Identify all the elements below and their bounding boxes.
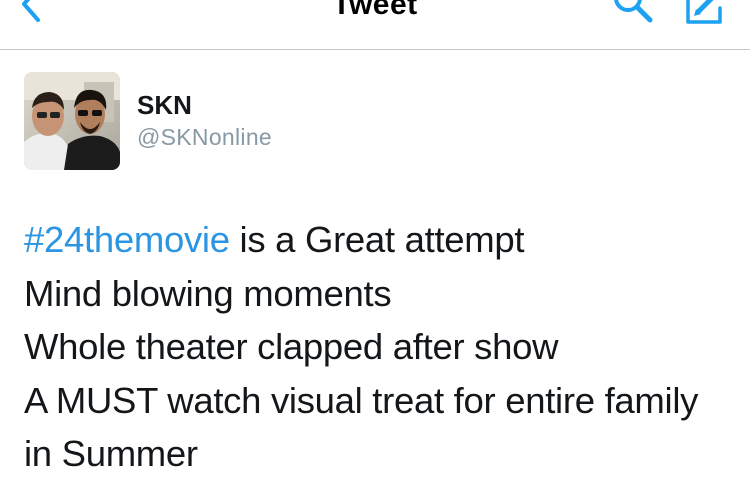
tweet-line: Mind blowing moments	[24, 272, 392, 314]
navigation-bar: Tweet	[0, 0, 750, 50]
tweet-text: #24themovie is a Great attempt Mind blow…	[24, 213, 744, 481]
tweet-line-text: is a Great attempt	[229, 219, 525, 260]
search-icon[interactable]	[606, 0, 656, 28]
author-handle[interactable]: @SKNonline	[137, 124, 272, 151]
tweet-line: #24themovie is a Great attempt	[24, 213, 744, 267]
avatar-photo	[24, 72, 120, 170]
tweet-line: Whole theater clapped after show	[24, 326, 559, 367]
compose-icon[interactable]	[680, 0, 730, 28]
author-display-name[interactable]: SKN	[137, 90, 192, 121]
tweet-line: A MUST watch visual treat for entire fam…	[24, 379, 699, 421]
tweet-line: in Summer	[24, 433, 198, 474]
hashtag-link[interactable]: #24themovie	[24, 219, 230, 260]
avatar[interactable]	[24, 72, 120, 170]
